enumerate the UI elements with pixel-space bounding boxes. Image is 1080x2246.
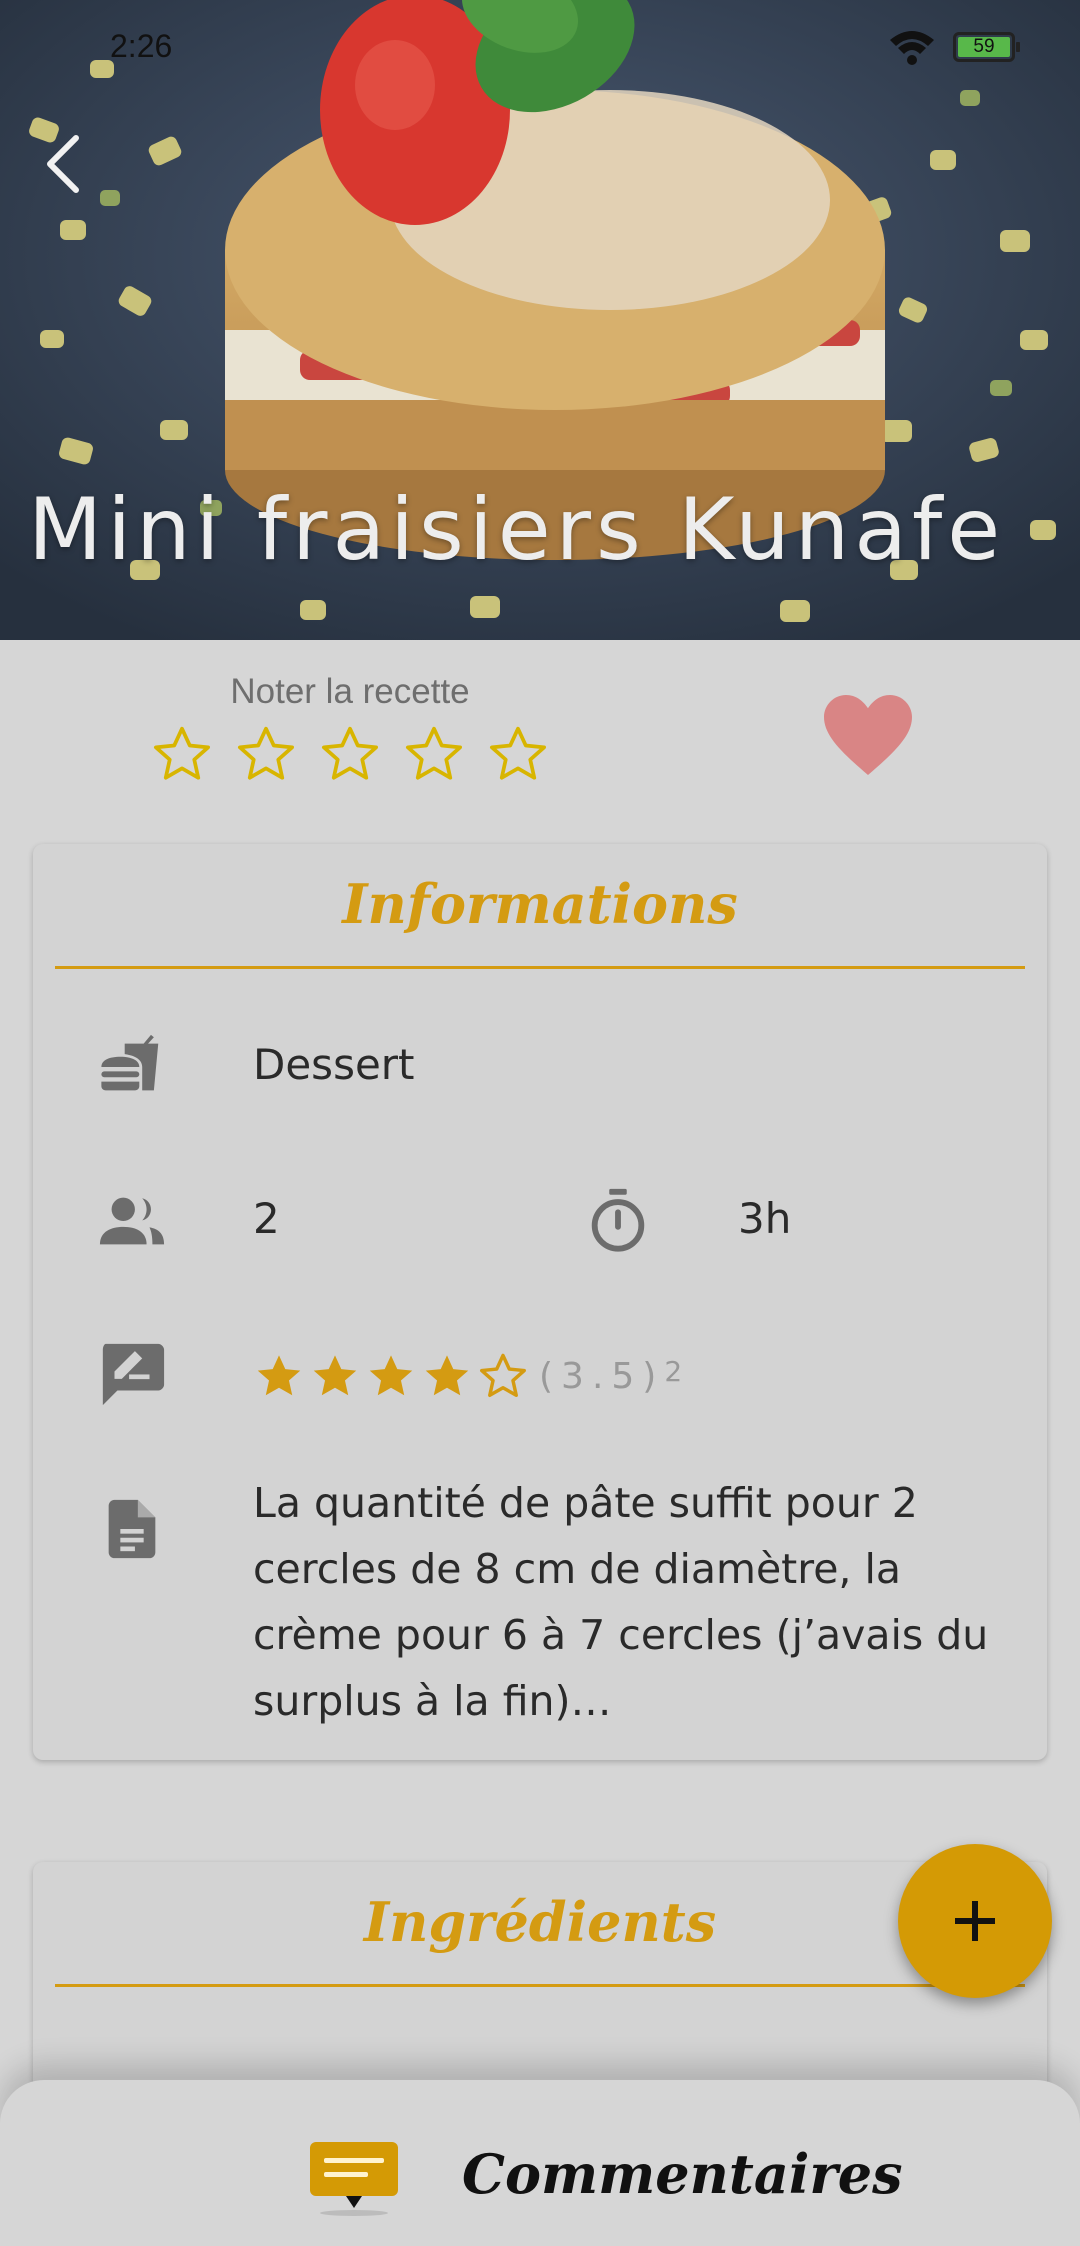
battery-icon: 59	[953, 32, 1020, 62]
plus-icon	[955, 1901, 995, 1941]
servings-value: 2	[253, 1194, 280, 1243]
rate-star-1[interactable]	[150, 722, 214, 786]
rating-score: (3.5)	[539, 1355, 665, 1397]
recipe-category: Dessert	[253, 1040, 415, 1089]
informations-heading: Informations	[342, 872, 738, 936]
battery-percent: 59	[973, 36, 995, 57]
favorite-heart-icon[interactable]	[820, 690, 916, 780]
rating-star-full	[309, 1350, 361, 1402]
heading-divider	[55, 1984, 1025, 1987]
average-rating: (3.5) 2	[253, 1350, 682, 1402]
ingredients-heading: Ingrédients	[363, 1890, 717, 1954]
rating-count: 2	[664, 1354, 683, 1388]
status-time: 2:26	[110, 28, 173, 64]
recipe-description: La quantité de pâte suffit pour 2 cercle…	[253, 1479, 989, 1725]
rate-star-2[interactable]	[234, 722, 298, 786]
timer-icon	[591, 1188, 645, 1252]
rating-star-full	[365, 1350, 417, 1402]
rate-review-icon	[102, 1343, 165, 1406]
status-bar: 2:26 59	[0, 0, 1080, 96]
fastfood-icon	[101, 1034, 159, 1091]
rate-star-3[interactable]	[318, 722, 382, 786]
rate-star-5[interactable]	[486, 722, 550, 786]
recipe-title: Mini fraisiers Kunafe	[28, 480, 1006, 580]
duration-value: 3h	[738, 1194, 792, 1243]
comments-bottom-sheet[interactable]: Commentaires	[0, 2080, 1080, 2246]
rating-star-full	[253, 1350, 305, 1402]
recipe-hero-image: 2:26 59 Mini fraisiers Kunafe	[0, 0, 1080, 640]
comments-label: Commentaires	[462, 2142, 903, 2206]
rate-recipe-stars[interactable]	[150, 722, 550, 786]
description-icon	[108, 1499, 156, 1559]
add-button[interactable]	[898, 1844, 1052, 1998]
people-icon	[99, 1197, 165, 1245]
back-arrow-icon[interactable]	[36, 132, 92, 196]
informations-card: Informations Dessert 2 3h (3.5) 2 La qua…	[33, 844, 1047, 1760]
rating-star-full	[421, 1350, 473, 1402]
rate-recipe-label: Noter la recette	[230, 672, 470, 711]
wifi-icon	[890, 31, 934, 65]
comment-icon	[310, 2142, 398, 2216]
rating-star-empty	[477, 1350, 529, 1402]
heading-divider	[55, 966, 1025, 969]
rate-star-4[interactable]	[402, 722, 466, 786]
